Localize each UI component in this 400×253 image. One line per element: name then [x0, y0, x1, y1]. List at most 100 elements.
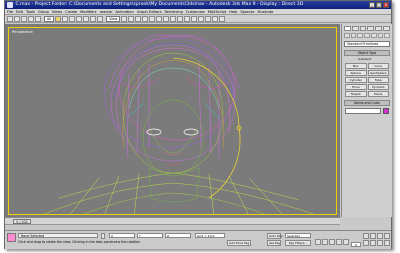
plane-button[interactable]: Plane [367, 91, 389, 97]
zoom-all-icon[interactable] [370, 233, 376, 239]
box-button[interactable]: Box [345, 63, 367, 69]
move-icon[interactable] [83, 15, 90, 22]
display-tab[interactable] [375, 26, 383, 31]
next-frame-icon[interactable] [336, 239, 342, 245]
menu-item-illustrate[interactable]: Illustrate [257, 9, 273, 14]
systems-icon[interactable] [384, 33, 391, 38]
arc-rotate-icon[interactable] [377, 240, 383, 246]
zoom-extents-all-icon[interactable] [384, 233, 390, 239]
render-setup-icon[interactable] [212, 15, 219, 22]
play-icon[interactable] [329, 239, 335, 245]
tube-button[interactable]: Tube [367, 77, 389, 83]
shapes-icon[interactable] [350, 33, 357, 38]
menu-item-modifiers[interactable]: Modifiers [80, 9, 96, 14]
helpers-icon[interactable] [370, 33, 377, 38]
object-name-field[interactable] [345, 108, 381, 114]
pyramid-button[interactable]: Pyramid [367, 84, 389, 90]
redo-icon[interactable] [14, 15, 20, 22]
undo-icon[interactable] [7, 15, 13, 22]
menu-item-create[interactable]: Create [65, 9, 77, 14]
teapot-button[interactable]: Teapot [345, 91, 367, 97]
scale-icon[interactable] [97, 15, 104, 22]
goto-start-icon[interactable] [315, 239, 321, 245]
menu-item-group[interactable]: Group [38, 9, 49, 14]
minimize-button[interactable]: _ [369, 2, 375, 8]
schematic-view-icon[interactable] [198, 15, 205, 22]
zoom-extents-icon[interactable] [377, 233, 383, 239]
menu-item-graph-editors[interactable]: Graph Editors [137, 9, 162, 14]
layer-manager-icon[interactable] [184, 15, 191, 22]
lights-icon[interactable] [357, 33, 364, 38]
menu-item-maxscript[interactable]: MAXScript [208, 9, 226, 14]
menu-item-reactor[interactable]: reactor [100, 9, 113, 14]
rectangle-region-icon[interactable] [69, 15, 76, 22]
curve-editor-icon[interactable] [191, 15, 198, 22]
auto-key-button[interactable]: Auto Key [267, 233, 282, 239]
align-icon[interactable] [177, 15, 184, 22]
cylinder-button[interactable]: Cylinder [345, 77, 367, 83]
menu-item-edit[interactable]: Edit [16, 9, 23, 14]
lock-selection-icon[interactable] [101, 233, 105, 239]
pivot-icon[interactable] [121, 15, 128, 22]
menu-item-sprocks[interactable]: Sprocks [240, 9, 254, 14]
menu-item-help[interactable]: Help [229, 9, 237, 14]
geosphere-button[interactable]: GeoSphere [367, 70, 389, 76]
manipulate-icon[interactable] [128, 15, 135, 22]
select-object-icon[interactable] [55, 15, 62, 22]
percent-snap-icon[interactable] [149, 15, 156, 22]
object-type-rollout[interactable]: Object Type [344, 50, 390, 56]
primitive-type-dropdown[interactable]: Standard Primitives [344, 41, 390, 47]
mirror-icon[interactable] [170, 15, 177, 22]
motion-tab[interactable] [367, 26, 375, 31]
modify-tab[interactable] [351, 26, 359, 31]
current-frame-field[interactable]: 0 [351, 242, 361, 247]
close-button[interactable]: x [383, 2, 389, 8]
key-filter-dropdown[interactable]: Selected [285, 233, 311, 238]
link-icon[interactable] [21, 15, 27, 22]
material-editor-icon[interactable] [205, 15, 212, 22]
angle-snap-icon[interactable] [142, 15, 149, 22]
menu-item-rendering[interactable]: Rendering [164, 9, 182, 14]
app-icon[interactable] [7, 2, 13, 8]
field-of-view-icon[interactable] [363, 240, 369, 246]
y-coord-field[interactable]: Y [137, 233, 163, 238]
snaps-icon[interactable] [135, 15, 142, 22]
hierarchy-tab[interactable] [359, 26, 367, 31]
menu-item-tools[interactable]: Tools [26, 9, 35, 14]
render-icon[interactable] [219, 15, 226, 22]
z-coord-field[interactable]: Z [165, 233, 191, 238]
maxscript-listener[interactable] [7, 233, 16, 242]
menu-item-file[interactable]: File [7, 9, 13, 14]
selection-filter-dropdown[interactable]: All [44, 15, 55, 22]
menu-item-views[interactable]: Views [52, 9, 62, 14]
cone-button[interactable]: Cone [367, 63, 389, 69]
create-tab[interactable] [344, 26, 351, 31]
menu-item-customize[interactable]: Customize [186, 9, 205, 14]
zoom-icon[interactable] [363, 233, 369, 239]
autogrid-checkbox[interactable]: AutoGrid [344, 57, 390, 62]
utilities-tab[interactable] [383, 26, 390, 31]
goto-end-icon[interactable] [343, 239, 349, 245]
prev-frame-icon[interactable] [322, 239, 328, 245]
menu-item-animation[interactable]: Animation [115, 9, 133, 14]
torus-button[interactable]: Torus [345, 84, 367, 90]
wireframe-head-model[interactable] [9, 28, 337, 215]
select-by-name-icon[interactable] [62, 15, 69, 22]
add-time-tag-button[interactable]: Add Time Tag [227, 240, 252, 246]
cameras-icon[interactable] [364, 33, 370, 38]
name-color-rollout[interactable]: Name and Color [344, 100, 390, 106]
maximize-viewport-icon[interactable] [384, 240, 390, 246]
spinner-snap-icon[interactable] [156, 15, 163, 22]
viewport-area[interactable]: Perspective [5, 24, 340, 217]
named-selection-icon[interactable] [163, 15, 170, 22]
set-key-button[interactable]: Set Key [267, 240, 281, 246]
key-filters-button[interactable]: Key Filters... [285, 240, 311, 246]
window-crossing-icon[interactable] [76, 15, 83, 22]
sphere-button[interactable]: Sphere [345, 70, 367, 76]
bind-space-warp-icon[interactable] [35, 15, 41, 22]
object-color-swatch[interactable] [383, 108, 389, 114]
x-coord-field[interactable]: X [109, 233, 135, 238]
pan-icon[interactable] [370, 240, 376, 246]
rotate-icon[interactable] [90, 15, 97, 22]
perspective-viewport[interactable]: Perspective [8, 27, 337, 215]
